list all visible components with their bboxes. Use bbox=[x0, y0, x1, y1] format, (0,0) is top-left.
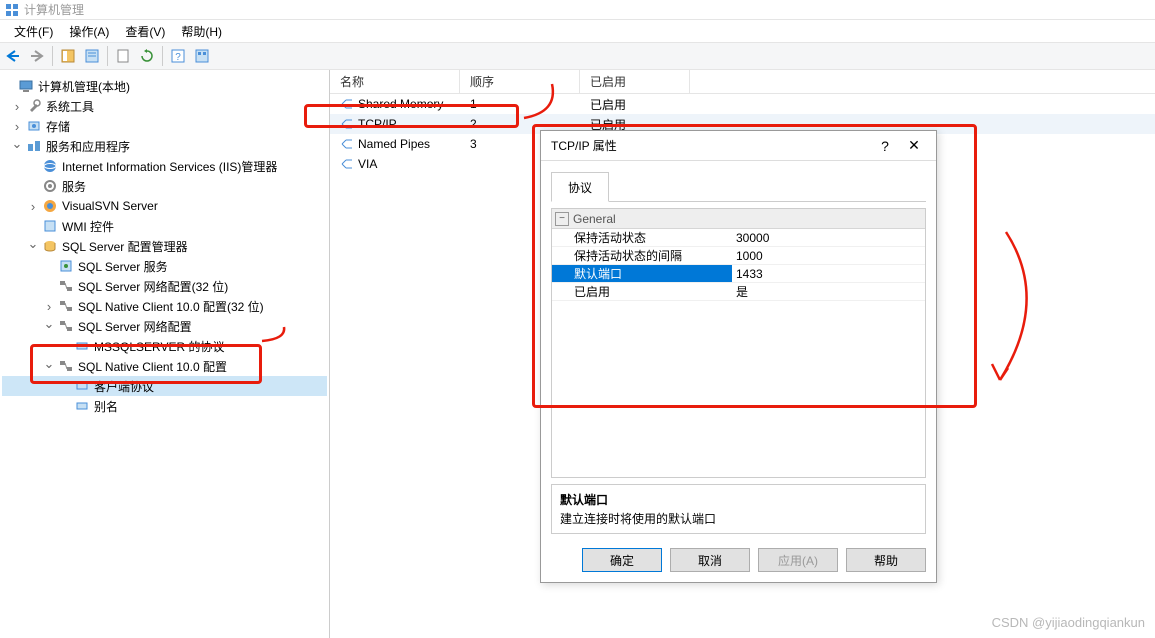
native-client-icon bbox=[58, 358, 74, 374]
sql-config-icon bbox=[42, 238, 58, 254]
col-enabled[interactable]: 已启用 bbox=[580, 70, 690, 93]
menubar: 文件(F) 操作(A) 查看(V) 帮助(H) bbox=[0, 20, 1155, 42]
list-header: 名称 顺序 已启用 bbox=[330, 70, 1155, 94]
protocol-icon bbox=[340, 97, 354, 111]
show-hide-tree-button[interactable] bbox=[57, 45, 79, 67]
iis-icon bbox=[42, 158, 58, 174]
protocol-icon bbox=[74, 338, 90, 354]
storage-icon bbox=[26, 118, 42, 134]
computer-icon bbox=[18, 78, 34, 94]
properties-button[interactable] bbox=[81, 45, 103, 67]
svg-text:?: ? bbox=[175, 52, 181, 63]
watermark: CSDN @yijiaodingqiankun bbox=[992, 615, 1145, 630]
tree-storage[interactable]: 存储 bbox=[2, 116, 327, 136]
tree-system-tools[interactable]: 系统工具 bbox=[2, 96, 327, 116]
nav-forward-button[interactable] bbox=[26, 45, 48, 67]
property-grid[interactable]: − General 保持活动状态 30000 保持活动状态的间隔 1000 默认… bbox=[551, 208, 926, 478]
collapse-icon[interactable]: − bbox=[555, 212, 569, 226]
menu-view[interactable]: 查看(V) bbox=[117, 21, 173, 42]
prop-default-port[interactable]: 默认端口 1433 bbox=[552, 265, 925, 283]
sql-services-icon bbox=[58, 258, 74, 274]
tree-native-client[interactable]: SQL Native Client 10.0 配置 bbox=[2, 356, 327, 376]
network-icon bbox=[58, 278, 74, 294]
menu-help[interactable]: 帮助(H) bbox=[173, 21, 230, 42]
view-mode-button[interactable] bbox=[191, 45, 213, 67]
dialog-title-text: TCP/IP 属性 bbox=[551, 137, 872, 154]
col-name[interactable]: 名称 bbox=[330, 70, 460, 93]
cancel-button[interactable]: 取消 bbox=[670, 548, 750, 572]
native-client-icon bbox=[58, 298, 74, 314]
refresh-button[interactable] bbox=[136, 45, 158, 67]
export-button[interactable] bbox=[112, 45, 134, 67]
app-icon bbox=[4, 2, 20, 18]
help-button[interactable]: ? bbox=[167, 45, 189, 67]
help-button[interactable]: 帮助 bbox=[846, 548, 926, 572]
dialog-tabs: 协议 bbox=[551, 171, 926, 202]
tcpip-properties-dialog: TCP/IP 属性 ? ✕ 协议 − General 保持活动状态 30000 … bbox=[540, 130, 937, 583]
tree-sql-services[interactable]: SQL Server 服务 bbox=[2, 256, 327, 276]
window-titlebar: 计算机管理 bbox=[0, 0, 1155, 20]
menu-file[interactable]: 文件(F) bbox=[6, 21, 61, 42]
toolbar-divider bbox=[52, 46, 53, 66]
apply-button[interactable]: 应用(A) bbox=[758, 548, 838, 572]
tree-mssql-protocol[interactable]: MSSQLSERVER 的协议 bbox=[2, 336, 327, 356]
wmi-icon bbox=[42, 218, 58, 234]
tree-wmi[interactable]: WMI 控件 bbox=[2, 216, 327, 236]
dialog-buttons: 确定 取消 应用(A) 帮助 bbox=[541, 538, 936, 582]
prop-enabled[interactable]: 已启用 是 bbox=[552, 283, 925, 301]
toolbar-divider bbox=[107, 46, 108, 66]
property-category[interactable]: − General bbox=[552, 209, 925, 229]
toolbar: ? bbox=[0, 42, 1155, 70]
toolbar-divider bbox=[162, 46, 163, 66]
dialog-titlebar[interactable]: TCP/IP 属性 ? ✕ bbox=[541, 131, 936, 161]
tree-root[interactable]: 计算机管理(本地) bbox=[2, 76, 327, 96]
gear-icon bbox=[42, 178, 58, 194]
services-icon bbox=[26, 138, 42, 154]
tab-protocol[interactable]: 协议 bbox=[551, 172, 609, 202]
navigation-tree[interactable]: 计算机管理(本地) 系统工具 存储 服务和应用程序 Internet Infor bbox=[0, 72, 329, 420]
tree-native-client-32[interactable]: SQL Native Client 10.0 配置(32 位) bbox=[2, 296, 327, 316]
menu-action[interactable]: 操作(A) bbox=[61, 21, 117, 42]
list-row-shared-memory[interactable]: Shared Memory 1 已启用 bbox=[330, 94, 1155, 114]
tree-client-protocol[interactable]: 客户端协议 bbox=[2, 376, 327, 396]
dialog-close-icon[interactable]: ✕ bbox=[898, 137, 930, 154]
property-help: 默认端口 建立连接时将使用的默认端口 bbox=[551, 484, 926, 534]
dialog-help-icon[interactable]: ? bbox=[872, 138, 898, 154]
col-order[interactable]: 顺序 bbox=[460, 70, 580, 93]
protocol-icon bbox=[340, 157, 354, 171]
window-title: 计算机管理 bbox=[24, 1, 84, 18]
tree-sql-network[interactable]: SQL Server 网络配置 bbox=[2, 316, 327, 336]
tree-iis[interactable]: Internet Information Services (IIS)管理器 bbox=[2, 156, 327, 176]
tree-services[interactable]: 服务 bbox=[2, 176, 327, 196]
prop-keepalive[interactable]: 保持活动状态 30000 bbox=[552, 229, 925, 247]
help-text: 建立连接时将使用的默认端口 bbox=[560, 510, 917, 527]
tree-panel: 计算机管理(本地) 系统工具 存储 服务和应用程序 Internet Infor bbox=[0, 70, 330, 638]
prop-keepalive-interval[interactable]: 保持活动状态的间隔 1000 bbox=[552, 247, 925, 265]
network-icon bbox=[58, 318, 74, 334]
tree-sql-config-mgr[interactable]: SQL Server 配置管理器 bbox=[2, 236, 327, 256]
ok-button[interactable]: 确定 bbox=[582, 548, 662, 572]
alias-icon bbox=[74, 398, 90, 414]
tree-services-apps[interactable]: 服务和应用程序 bbox=[2, 136, 327, 156]
help-title: 默认端口 bbox=[560, 491, 917, 508]
nav-back-button[interactable] bbox=[2, 45, 24, 67]
visualsvn-icon bbox=[42, 198, 58, 214]
tree-alias[interactable]: 别名 bbox=[2, 396, 327, 416]
protocol-icon bbox=[74, 378, 90, 394]
tree-visualsvn[interactable]: VisualSVN Server bbox=[2, 196, 327, 216]
tree-sql-network-32[interactable]: SQL Server 网络配置(32 位) bbox=[2, 276, 327, 296]
protocol-icon bbox=[340, 137, 354, 151]
protocol-icon bbox=[340, 117, 354, 131]
wrench-icon bbox=[26, 98, 42, 114]
